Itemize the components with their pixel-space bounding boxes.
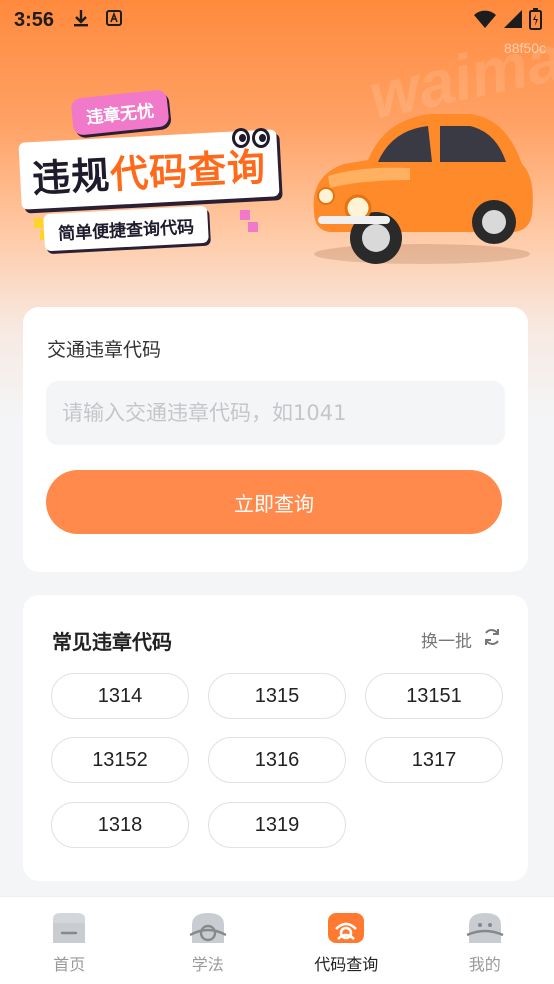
watermark: 88f50c (503, 40, 546, 56)
status-time: 3:56 (14, 8, 55, 31)
banner-tag: 违章无忧 (70, 89, 170, 136)
signal-icon (503, 9, 523, 34)
cartoon-eyes-icon (232, 128, 270, 148)
nav-label: 首页 (53, 955, 86, 974)
nav-label: 代码查询 (314, 955, 379, 974)
headline-part2: 代码查询 (109, 144, 268, 198)
nav-label: 学法 (191, 955, 224, 974)
common-codes-title: 常见违章代码 (52, 630, 172, 654)
refresh-label: 换一批 (421, 632, 472, 652)
headline-part1: 违规 (31, 153, 112, 202)
code-chip[interactable]: 1314 (51, 673, 189, 719)
refresh-icon (482, 627, 502, 652)
bottom-navigation: 首页 学法 代码查询 我的 (0, 896, 554, 984)
status-bar: 3:56 (0, 0, 554, 40)
code-query-icon (324, 909, 368, 947)
banner: 违章无忧 违规代码查询 简单便捷查询代码 (18, 89, 310, 262)
code-chip[interactable]: 1316 (208, 737, 346, 783)
nav-item-code-query[interactable]: 代码查询 (277, 897, 416, 984)
download-icon (72, 8, 90, 33)
code-chip[interactable]: 1317 (365, 737, 503, 783)
car-illustration (300, 104, 540, 274)
code-chip[interactable]: 1319 (208, 802, 346, 848)
code-field-label: 交通违章代码 (47, 339, 162, 361)
home-icon (47, 909, 91, 947)
code-chip[interactable]: 1318 (51, 802, 189, 848)
battery-icon (529, 8, 542, 35)
nav-item-profile[interactable]: 我的 (416, 897, 554, 984)
query-button[interactable]: 立即查询 (46, 470, 502, 534)
common-codes-card: 常见违章代码 换一批 1314 1315 13151 13152 1316 13… (23, 595, 528, 881)
nav-item-home[interactable]: 首页 (0, 897, 139, 984)
code-chip[interactable]: 13152 (51, 737, 189, 783)
pixel-decoration-icon (248, 222, 258, 232)
refresh-button[interactable]: 换一批 (421, 627, 502, 652)
nav-item-study[interactable]: 学法 (139, 897, 278, 984)
study-icon (186, 909, 230, 947)
code-chip[interactable]: 13151 (365, 673, 503, 719)
profile-icon (463, 909, 507, 947)
nav-label: 我的 (468, 955, 501, 974)
pixel-decoration-icon (240, 210, 250, 220)
wifi-icon (473, 9, 497, 34)
code-chip[interactable]: 1315 (208, 673, 346, 719)
query-card: 交通违章代码 立即查询 (23, 307, 528, 572)
banner-subtitle: 简单便捷查询代码 (43, 205, 209, 252)
code-input[interactable] (46, 381, 505, 445)
font-app-icon (106, 9, 123, 31)
